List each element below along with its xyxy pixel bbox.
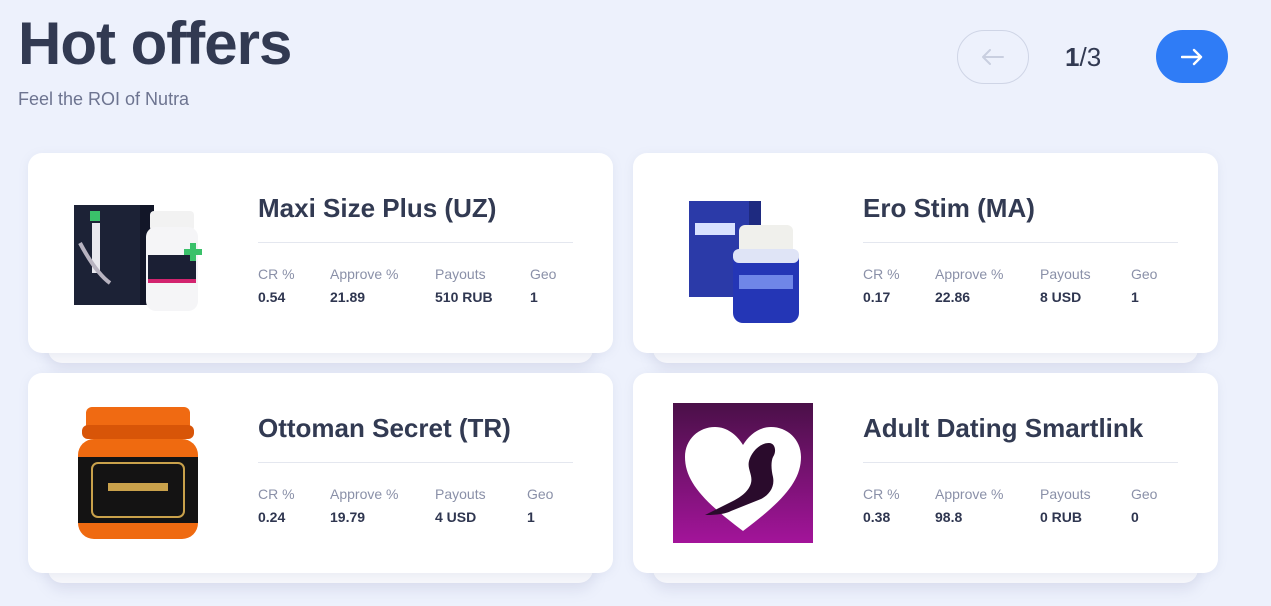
payouts-stat: Payouts 510 RUB (435, 266, 493, 305)
approve-stat: Approve % 19.79 (330, 486, 398, 525)
page-indicator: 1/3 (1065, 42, 1101, 73)
maxisize-product-image (74, 205, 202, 311)
arrow-right-icon (1181, 48, 1203, 65)
geo-stat: Geo 1 (530, 266, 556, 305)
offer-title: Ottoman Secret (TR) (258, 413, 511, 443)
current-page: 1 (1065, 42, 1080, 72)
offer-title: Ero Stim (MA) (863, 193, 1035, 223)
payouts-label: Payouts (435, 266, 486, 282)
geo-label: Geo (1131, 486, 1158, 502)
cr-label: CR % (863, 486, 900, 502)
payouts-label: Payouts (1040, 486, 1091, 502)
approve-stat: Approve % 21.89 (330, 266, 398, 305)
offer-card[interactable]: Maxi Size Plus (UZ) CR % 0.54 Approve % … (28, 153, 613, 353)
payouts-value: 8 USD (1040, 289, 1082, 305)
approve-stat: Approve % 98.8 (935, 486, 1003, 525)
geo-value: 1 (530, 289, 538, 305)
cr-label: CR % (258, 266, 295, 282)
erostim-product-image (689, 201, 799, 323)
geo-stat: Geo 0 (1131, 486, 1157, 525)
approve-value: 22.86 (935, 289, 971, 305)
offer-title: Maxi Size Plus (UZ) (258, 193, 497, 223)
divider (258, 242, 573, 243)
approve-label: Approve % (935, 266, 1004, 282)
payouts-label: Payouts (435, 486, 486, 502)
previous-page-button[interactable] (957, 30, 1029, 84)
page-subtitle: Feel the ROI of Nutra (18, 89, 190, 109)
geo-stat: Geo 1 (527, 486, 553, 525)
geo-label: Geo (527, 486, 554, 502)
ottoman-secret-jar-image (78, 407, 198, 539)
payouts-value: 0 RUB (1040, 509, 1083, 525)
payouts-value: 510 RUB (435, 289, 493, 305)
offer-card[interactable]: Ero Stim (MA) CR % 0.17 Approve % 22.86 … (633, 153, 1218, 353)
arrow-left-icon (982, 49, 1004, 65)
divider (863, 462, 1178, 463)
cr-label: CR % (863, 266, 900, 282)
cr-stat: CR % 0.54 (258, 266, 295, 305)
offer-card[interactable]: Adult Dating Smartlink CR % 0.38 Approve… (633, 373, 1218, 573)
heart-silhouette-image (673, 403, 813, 543)
geo-value: 1 (527, 509, 535, 525)
cr-label: CR % (258, 486, 295, 502)
divider (258, 462, 573, 463)
geo-label: Geo (1131, 266, 1158, 282)
geo-label: Geo (530, 266, 557, 282)
payouts-label: Payouts (1040, 266, 1091, 282)
payouts-value: 4 USD (435, 509, 477, 525)
payouts-stat: Payouts 4 USD (435, 486, 486, 525)
payouts-stat: Payouts 8 USD (1040, 266, 1091, 305)
geo-value: 0 (1131, 509, 1139, 525)
approve-value: 21.89 (330, 289, 366, 305)
payouts-stat: Payouts 0 RUB (1040, 486, 1091, 525)
cr-value: 0.24 (258, 509, 286, 525)
page-title: Hot offers (18, 10, 292, 77)
divider (863, 242, 1178, 243)
approve-label: Approve % (330, 266, 399, 282)
next-page-button[interactable] (1156, 30, 1228, 83)
geo-stat: Geo 1 (1131, 266, 1157, 305)
cr-stat: CR % 0.24 (258, 486, 295, 525)
approve-stat: Approve % 22.86 (935, 266, 1003, 305)
approve-label: Approve % (935, 486, 1004, 502)
pagination: 1/3 (957, 30, 1229, 84)
cr-stat: CR % 0.38 (863, 486, 900, 525)
geo-value: 1 (1131, 289, 1139, 305)
offer-card[interactable]: Ottoman Secret (TR) CR % 0.24 Approve % … (28, 373, 613, 573)
approve-value: 19.79 (330, 509, 366, 525)
total-pages: /3 (1079, 42, 1102, 72)
approve-value: 98.8 (935, 509, 963, 525)
cr-value: 0.38 (863, 509, 891, 525)
approve-label: Approve % (330, 486, 399, 502)
cr-value: 0.17 (863, 289, 891, 305)
cr-stat: CR % 0.17 (863, 266, 900, 305)
offer-title: Adult Dating Smartlink (863, 413, 1144, 443)
cr-value: 0.54 (258, 289, 286, 305)
